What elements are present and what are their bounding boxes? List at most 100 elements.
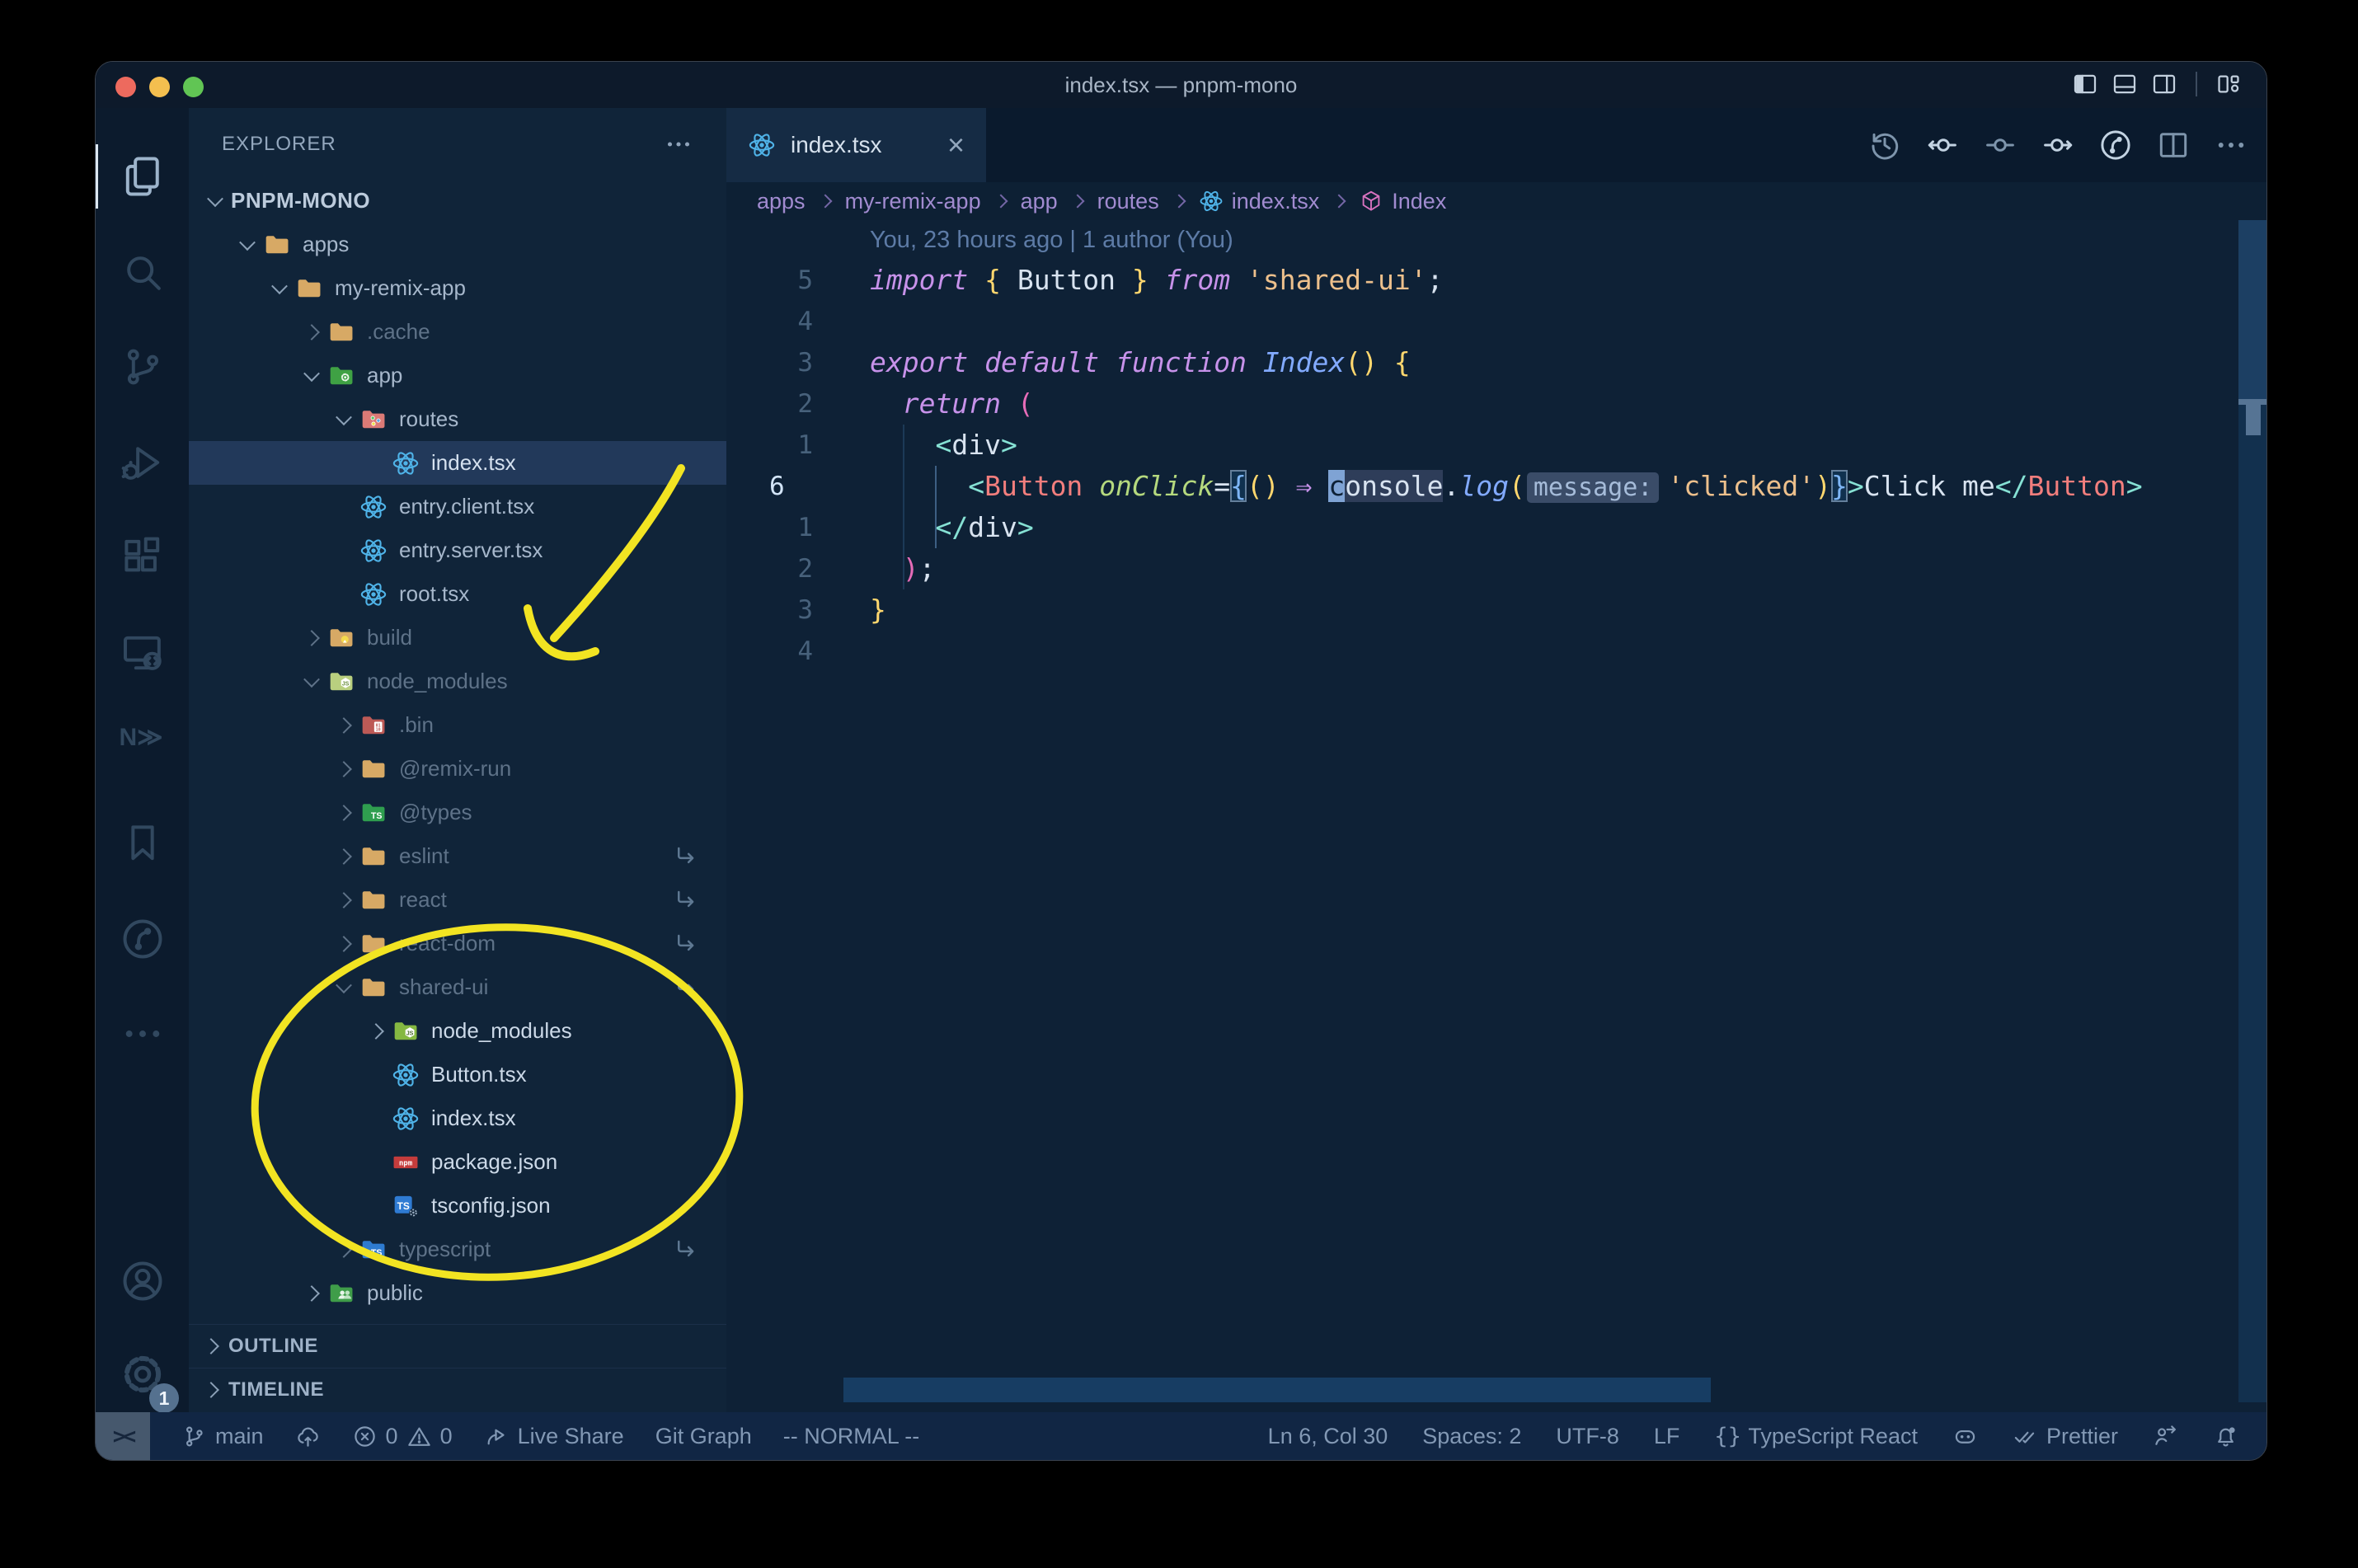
tree-item-app[interactable]: app — [189, 354, 726, 397]
breadcrumb-item-apps[interactable]: apps — [757, 189, 806, 214]
code-line-2[interactable]: 2 ); — [726, 548, 2238, 589]
split-editor-icon[interactable] — [2156, 128, 2191, 162]
status-git-graph[interactable]: Git Graph — [655, 1424, 752, 1449]
activity-more-button[interactable] — [96, 988, 189, 1079]
status-branch-indicator[interactable]: main — [181, 1424, 264, 1449]
tree-item-entry-server-tsx[interactable]: entry.server.tsx — [189, 528, 726, 572]
tab-index-tsx[interactable]: index.tsx × — [726, 108, 986, 182]
breadcrumb-item-routes[interactable]: routes — [1097, 189, 1159, 214]
tree-item--types[interactable]: TS @types — [189, 791, 726, 834]
activity-run-debug-button[interactable] — [96, 417, 189, 508]
layout-sidebar-right-icon[interactable] — [2151, 71, 2177, 97]
layout-sidebar-left-icon[interactable] — [2072, 71, 2098, 97]
history-icon[interactable] — [1867, 128, 1902, 162]
tree-item-button-tsx[interactable]: Button.tsx — [189, 1053, 726, 1096]
status-language-mode[interactable]: {} TypeScript React — [1714, 1424, 1918, 1449]
chevron-right-icon — [327, 891, 359, 908]
more-icon[interactable] — [2214, 128, 2248, 162]
activity-extensions-button[interactable] — [96, 512, 189, 603]
breadcrumb-item-index[interactable]: Index — [1359, 189, 1446, 214]
remote-indicator[interactable]: >< — [96, 1412, 150, 1460]
explorer-more-actions-button[interactable] — [664, 129, 693, 159]
tree-item-entry-client-tsx[interactable]: entry.client.tsx — [189, 485, 726, 528]
tree-item-shared-ui[interactable]: shared-ui — [189, 965, 726, 1009]
tree-item-eslint[interactable]: eslint — [189, 834, 726, 878]
code-editor[interactable]: 5 import { Button } from 'shared-ui'; 4 3 ex… — [726, 260, 2238, 672]
tree-item-routes[interactable]: routes — [189, 397, 726, 441]
horizontal-scrollbar[interactable] — [843, 1378, 1711, 1402]
tree-item-pnpm-mono[interactable]: PNPM-MONO — [189, 179, 726, 223]
close-tab-button[interactable]: × — [947, 130, 965, 160]
status-problems[interactable]: 00 — [352, 1424, 453, 1449]
activity-bookmarks-button[interactable] — [96, 798, 189, 889]
nav-circle-icon[interactable] — [1983, 128, 2017, 162]
status-vim-mode[interactable]: -- NORMAL -- — [783, 1424, 919, 1449]
status-feedback[interactable] — [2153, 1424, 2178, 1449]
tree-item-node-modules[interactable]: JS node_modules — [189, 1009, 726, 1053]
activity-account-button[interactable] — [96, 1236, 189, 1326]
activity-remote-explorer-button[interactable] — [96, 608, 189, 698]
npm-icon: npm — [392, 1148, 420, 1176]
tree-item-root-tsx[interactable]: root.tsx — [189, 572, 726, 616]
git-graph-icon[interactable] — [2098, 128, 2133, 162]
tree-item-public[interactable]: public — [189, 1271, 726, 1315]
panel-title: TIMELINE — [228, 1378, 324, 1401]
vim-block-cursor: c — [1328, 470, 1346, 502]
breadcrumb-item-index-tsx[interactable]: index.tsx — [1199, 189, 1319, 214]
status-prettier[interactable]: Prettier — [2013, 1424, 2118, 1449]
code-line-4[interactable]: 4 — [726, 631, 2238, 672]
status-copilot[interactable] — [1952, 1424, 1978, 1449]
activity-nx-console-button[interactable]: N≫ — [96, 703, 189, 794]
tree-item--cache[interactable]: .cache — [189, 310, 726, 354]
tree-item-node-modules[interactable]: JS node_modules — [189, 660, 726, 703]
tree-item-my-remix-app[interactable]: my-remix-app — [189, 266, 726, 310]
activity-search-button[interactable] — [96, 227, 189, 317]
tree-item-react-dom[interactable]: react-dom — [189, 922, 726, 965]
tree-item-label: .bin — [399, 712, 434, 737]
nav-forward-icon[interactable] — [2041, 128, 2075, 162]
breadcrumb-item-my-remix-app[interactable]: my-remix-app — [845, 189, 981, 214]
activity-git-graph-button[interactable] — [96, 894, 189, 984]
panel-header-timeline[interactable]: TIMELINE — [189, 1368, 726, 1411]
tree-item-apps[interactable]: apps — [189, 223, 726, 266]
code-line-3[interactable]: 3 export default function Index() { — [726, 342, 2238, 383]
scrollbar-thumb[interactable] — [2238, 220, 2266, 402]
react-icon — [392, 1061, 420, 1089]
code-line-6[interactable]: 6 <Button onClick={() ⇒ console.log(mess… — [726, 466, 2238, 507]
tree-item-build[interactable]: build — [189, 616, 726, 660]
code-line-5[interactable]: 5 import { Button } from 'shared-ui'; — [726, 260, 2238, 301]
vertical-scrollbar[interactable] — [2238, 220, 2266, 1402]
titlebar[interactable]: index.tsx — pnpm-mono — [96, 62, 2266, 108]
folder-bin-icon: 01 10 — [359, 711, 388, 739]
tree-item--remix-run[interactable]: @remix-run — [189, 747, 726, 791]
code-line-4[interactable]: 4 — [726, 301, 2238, 342]
status-cursor-position[interactable]: Ln 6, Col 30 — [1268, 1424, 1388, 1449]
breadcrumb-item-app[interactable]: app — [1021, 189, 1058, 214]
panel-header-outline[interactable]: OUTLINE — [189, 1325, 726, 1368]
status-notifications[interactable] — [2213, 1424, 2238, 1449]
line-number: 1 — [797, 513, 813, 542]
status-sync-button[interactable] — [295, 1424, 321, 1449]
code-line-1[interactable]: 1 </div> — [726, 507, 2238, 548]
tree-item-react[interactable]: react — [189, 878, 726, 922]
tree-item-index-tsx[interactable]: index.tsx — [189, 1096, 726, 1140]
code-line-1[interactable]: 1 <div> — [726, 425, 2238, 466]
tree-item--bin[interactable]: 01 10 .bin — [189, 703, 726, 747]
status-eol[interactable]: LF — [1654, 1424, 1680, 1449]
status-indentation[interactable]: Spaces: 2 — [1422, 1424, 1521, 1449]
code-line-3[interactable]: 3} — [726, 589, 2238, 631]
status-live-share[interactable]: Live Share — [484, 1424, 624, 1449]
code-line-2[interactable]: 2 return ( — [726, 383, 2238, 425]
tree-item-index-tsx[interactable]: index.tsx — [189, 441, 726, 485]
activity-source-control-button[interactable] — [96, 322, 189, 412]
layout-panel-icon[interactable] — [2111, 71, 2138, 97]
nav-back-icon[interactable] — [1925, 128, 1960, 162]
activity-settings-button[interactable]: 1 — [96, 1329, 189, 1420]
tree-item-typescript[interactable]: TS typescript — [189, 1228, 726, 1271]
status-label: Spaces: 2 — [1422, 1423, 1522, 1448]
activity-files-button[interactable] — [96, 131, 189, 222]
layout-customize-icon[interactable] — [2215, 71, 2242, 97]
tree-item-tsconfig-json[interactable]: TS tsconfig.json — [189, 1184, 726, 1228]
tree-item-package-json[interactable]: npm package.json — [189, 1140, 726, 1184]
status-encoding[interactable]: UTF-8 — [1556, 1424, 1619, 1449]
